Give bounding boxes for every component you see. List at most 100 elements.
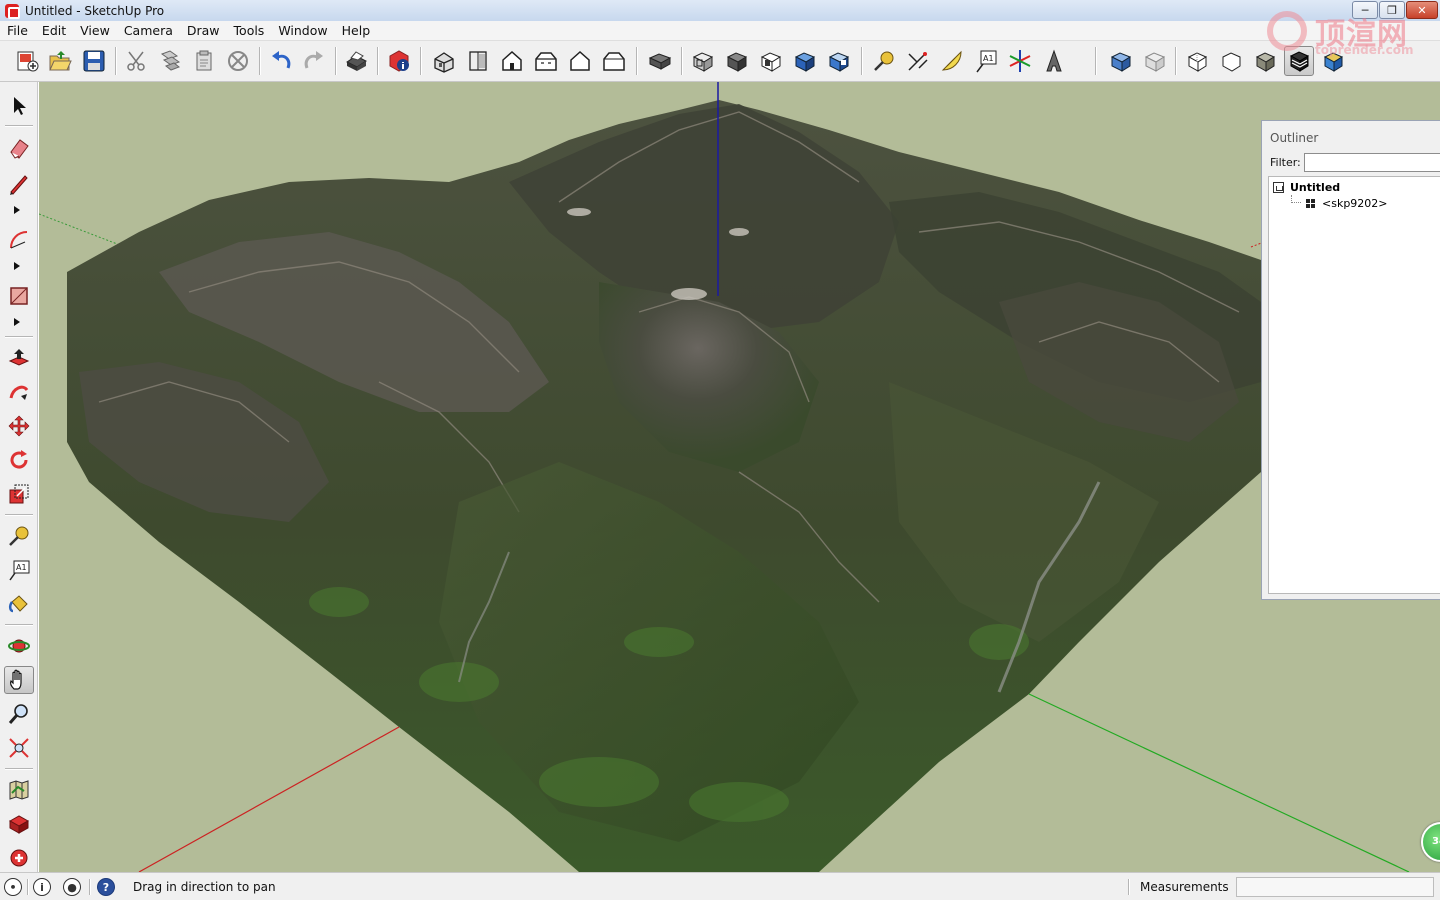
- new-icon[interactable]: [12, 46, 42, 76]
- rectangle-icon[interactable]: [4, 282, 34, 310]
- print-icon[interactable]: [341, 46, 371, 76]
- display-section-icon[interactable]: [645, 46, 675, 76]
- sketchup-app-icon: [5, 3, 20, 19]
- move-icon[interactable]: [4, 412, 34, 440]
- tree-connector: [1291, 195, 1301, 203]
- red-axis: [138, 726, 400, 872]
- svg-text:A1: A1: [983, 54, 994, 63]
- user-icon[interactable]: ●: [63, 878, 81, 896]
- tree-root-item[interactable]: Untitled: [1269, 179, 1440, 195]
- menu-edit[interactable]: Edit: [35, 23, 73, 38]
- dimension-icon[interactable]: [903, 46, 933, 76]
- speed-badge-text: 34: [1432, 836, 1440, 847]
- xray-icon[interactable]: [688, 46, 718, 76]
- copy-icon[interactable]: [155, 46, 185, 76]
- 3d-text-icon[interactable]: [1039, 46, 1069, 76]
- tree-child-item[interactable]: <skp9202>: [1269, 195, 1440, 211]
- drawing-viewport[interactable]: [39, 82, 1440, 872]
- model-icon: [1273, 181, 1284, 193]
- outliner-tree[interactable]: Untitled <skp9202>: [1268, 176, 1440, 594]
- tree-child-label: <skp9202>: [1322, 196, 1388, 210]
- minimize-button[interactable]: ─: [1352, 1, 1378, 19]
- tape-measure-icon[interactable]: [869, 46, 899, 76]
- text-left-icon[interactable]: A1: [4, 556, 34, 584]
- arc-icon[interactable]: [4, 226, 34, 254]
- window-title: Untitled - SketchUp Pro: [25, 3, 165, 18]
- select-icon[interactable]: [4, 92, 34, 120]
- line-icon[interactable]: [4, 170, 34, 198]
- right-view-icon[interactable]: [531, 46, 561, 76]
- measurements-label: Measurements: [1140, 880, 1229, 894]
- cut-icon[interactable]: [121, 46, 151, 76]
- terrain-scene: [39, 82, 1410, 872]
- left-view-icon[interactable]: [599, 46, 629, 76]
- left-toolbar: A1: [0, 82, 38, 872]
- help-icon[interactable]: ?: [97, 878, 115, 896]
- top-view-icon[interactable]: [463, 46, 493, 76]
- eraser-icon[interactable]: [4, 134, 34, 162]
- undo-icon[interactable]: [266, 46, 296, 76]
- window-controls: ─ ❐ ✕: [1352, 1, 1438, 19]
- menu-view[interactable]: View: [73, 23, 117, 38]
- menu-help[interactable]: Help: [335, 23, 378, 38]
- menu-bar: File Edit View Camera Draw Tools Window …: [0, 21, 1440, 41]
- outliner-panel: Outliner Filter: Untitled <skp9202>: [1261, 120, 1440, 600]
- hidden-line-icon[interactable]: [756, 46, 786, 76]
- section-display-icon[interactable]: [1140, 46, 1170, 76]
- paste-icon[interactable]: [189, 46, 219, 76]
- menu-camera[interactable]: Camera: [117, 23, 180, 38]
- redo-icon[interactable]: [299, 46, 329, 76]
- style-xray-icon[interactable]: [1182, 46, 1212, 76]
- menu-tools[interactable]: Tools: [227, 23, 272, 38]
- filter-label: Filter:: [1270, 155, 1301, 169]
- paint-bucket-icon[interactable]: [4, 590, 34, 618]
- geo-location-icon[interactable]: •: [4, 878, 22, 896]
- push-pull-icon[interactable]: [4, 344, 34, 372]
- close-button[interactable]: ✕: [1406, 1, 1438, 19]
- green-axis: [1028, 693, 1410, 872]
- component-icon: [1306, 198, 1315, 208]
- rotate-icon[interactable]: [4, 446, 34, 474]
- shaded-textures-icon[interactable]: [824, 46, 854, 76]
- get-models-icon[interactable]: [4, 810, 34, 838]
- outliner-filter-row: Filter:: [1262, 151, 1440, 173]
- tape-measure-left-icon[interactable]: [4, 522, 34, 550]
- shaded-icon[interactable]: [790, 46, 820, 76]
- extension-warehouse-icon[interactable]: [4, 844, 34, 872]
- model-info-icon[interactable]: [384, 46, 414, 76]
- open-icon[interactable]: [45, 46, 75, 76]
- back-view-icon[interactable]: [565, 46, 595, 76]
- menu-file[interactable]: File: [0, 23, 35, 38]
- iso-view-icon[interactable]: [429, 46, 459, 76]
- tree-root-label: Untitled: [1290, 180, 1341, 194]
- maximize-button[interactable]: ❐: [1379, 1, 1405, 19]
- zoom-extents-icon[interactable]: [4, 734, 34, 762]
- orbit-icon[interactable]: [4, 632, 34, 660]
- front-view-icon[interactable]: [497, 46, 527, 76]
- follow-me-icon[interactable]: [4, 378, 34, 406]
- main-toolbar: A1: [0, 41, 1440, 82]
- style-monochrome-icon[interactable]: [1318, 46, 1348, 76]
- scale-icon[interactable]: [4, 480, 34, 508]
- pan-icon[interactable]: [4, 666, 34, 694]
- section-plane-icon[interactable]: [1106, 46, 1136, 76]
- filter-input[interactable]: [1303, 152, 1440, 172]
- style-hidden-icon[interactable]: [1250, 46, 1280, 76]
- credits-icon[interactable]: i: [33, 878, 51, 896]
- menu-draw[interactable]: Draw: [180, 23, 227, 38]
- outliner-title: Outliner: [1270, 131, 1319, 145]
- protractor-icon[interactable]: [937, 46, 967, 76]
- text-icon[interactable]: A1: [971, 46, 1001, 76]
- axes-icon[interactable]: [1005, 46, 1035, 76]
- previous-view-icon[interactable]: [4, 776, 34, 804]
- style-wireframe-icon[interactable]: [1216, 46, 1246, 76]
- zoom-icon[interactable]: [4, 700, 34, 728]
- measurements-input[interactable]: [1236, 877, 1434, 897]
- erase-icon[interactable]: [223, 46, 253, 76]
- save-icon[interactable]: [79, 46, 109, 76]
- menu-window[interactable]: Window: [271, 23, 334, 38]
- status-bar: • i ● ? Drag in direction to pan Measure…: [0, 872, 1440, 900]
- status-message: Drag in direction to pan: [133, 880, 276, 894]
- wireframe-icon[interactable]: [722, 46, 752, 76]
- style-shaded-icon[interactable]: [1284, 46, 1314, 76]
